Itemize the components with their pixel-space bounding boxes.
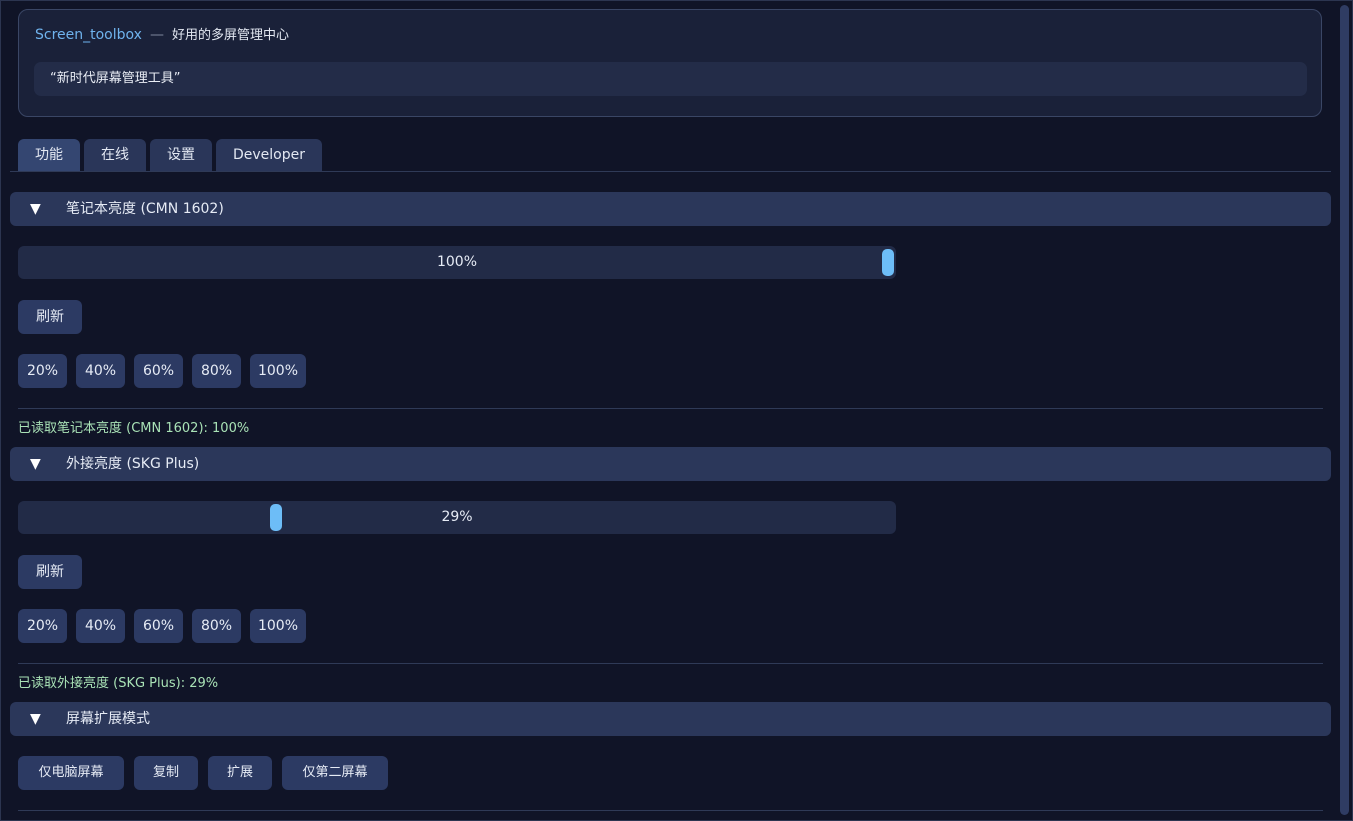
projection-mode-title: 屏幕扩展模式 xyxy=(66,711,150,727)
title-separator: — xyxy=(149,27,164,43)
external-brightness-header[interactable]: ▼ 外接亮度 (SKG Plus) xyxy=(10,447,1331,481)
external-preset-60-button[interactable]: 60% xyxy=(134,609,183,643)
laptop-preset-60-button[interactable]: 60% xyxy=(134,354,183,388)
divider xyxy=(18,408,1323,409)
external-brightness-title: 外接亮度 (SKG Plus) xyxy=(66,456,200,472)
tab-settings[interactable]: 设置 xyxy=(150,139,212,171)
laptop-preset-20-button[interactable]: 20% xyxy=(18,354,67,388)
vertical-scrollbar[interactable] xyxy=(1339,5,1350,817)
tab-developer[interactable]: Developer xyxy=(216,139,323,171)
external-refresh-button[interactable]: 刷新 xyxy=(18,555,82,589)
laptop-refresh-button[interactable]: 刷新 xyxy=(18,300,82,334)
tab-online[interactable]: 在线 xyxy=(84,139,146,171)
app-name: Screen_toolbox xyxy=(35,27,142,43)
external-slider-handle[interactable] xyxy=(269,504,282,531)
external-preset-40-button[interactable]: 40% xyxy=(76,609,125,643)
tab-features[interactable]: 功能 xyxy=(18,139,80,171)
external-preset-20-button[interactable]: 20% xyxy=(18,609,67,643)
divider xyxy=(18,810,1323,811)
triangle-down-icon: ▼ xyxy=(30,711,41,727)
laptop-slider-handle[interactable] xyxy=(882,249,894,276)
app-window: Screen_toolbox — 好用的多屏管理中心 “新时代屏幕管理工具” 功能 … xyxy=(0,0,1353,821)
app-tagline: 好用的多屏管理中心 xyxy=(171,28,289,43)
laptop-preset-100-button[interactable]: 100% xyxy=(250,354,306,388)
tab-bar: 功能 在线 设置 Developer xyxy=(18,139,323,171)
scrollbar-thumb[interactable] xyxy=(1340,5,1349,815)
laptop-brightness-header[interactable]: ▼ 笔记本亮度 (CMN 1602) xyxy=(10,192,1331,226)
laptop-preset-40-button[interactable]: 40% xyxy=(76,354,125,388)
external-brightness-value: 29% xyxy=(441,509,473,525)
laptop-brightness-slider[interactable]: 100% xyxy=(18,246,896,279)
laptop-brightness-title: 笔记本亮度 (CMN 1602) xyxy=(66,201,224,217)
pc-screen-only-button[interactable]: 仅电脑屏幕 xyxy=(18,756,124,790)
laptop-brightness-value: 100% xyxy=(436,254,478,270)
external-brightness-slider[interactable]: 29% xyxy=(18,501,896,534)
projection-mode-header[interactable]: ▼ 屏幕扩展模式 xyxy=(10,702,1331,736)
external-preset-80-button[interactable]: 80% xyxy=(192,609,241,643)
triangle-down-icon: ▼ xyxy=(30,456,41,472)
laptop-preset-80-button[interactable]: 80% xyxy=(192,354,241,388)
second-screen-only-button[interactable]: 仅第二屏幕 xyxy=(282,756,388,790)
extend-button[interactable]: 扩展 xyxy=(208,756,272,790)
external-preset-100-button[interactable]: 100% xyxy=(250,609,306,643)
header-title-row: Screen_toolbox — 好用的多屏管理中心 xyxy=(35,26,289,45)
duplicate-button[interactable]: 复制 xyxy=(134,756,198,790)
header-card: Screen_toolbox — 好用的多屏管理中心 “新时代屏幕管理工具” xyxy=(18,9,1322,117)
quote-box: “新时代屏幕管理工具” xyxy=(34,62,1307,96)
triangle-down-icon: ▼ xyxy=(30,201,41,217)
tab-bar-divider xyxy=(10,171,1331,172)
divider xyxy=(18,663,1323,664)
external-status-text: 已读取外接亮度 (SKG Plus): 29% xyxy=(18,676,219,691)
laptop-status-text: 已读取笔记本亮度 (CMN 1602): 100% xyxy=(18,421,250,436)
